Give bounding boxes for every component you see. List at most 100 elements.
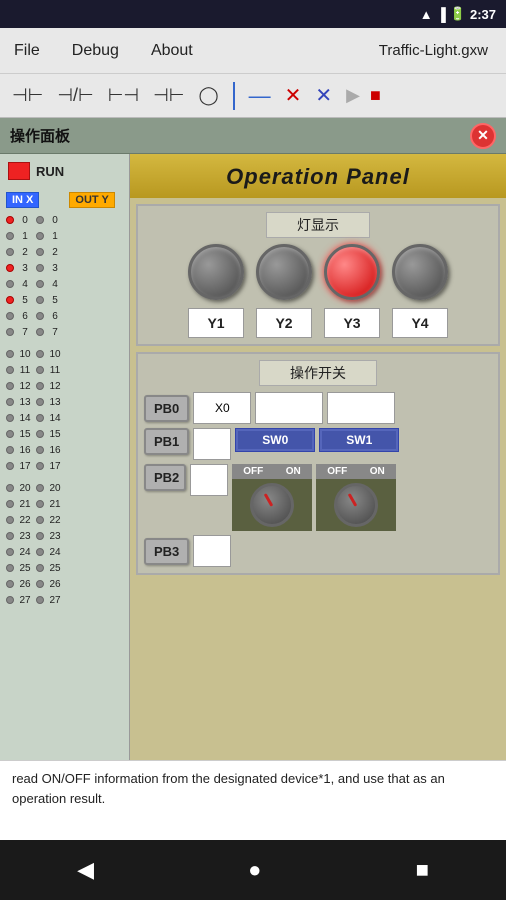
- switch-section-label-container: 操作开关: [144, 360, 492, 386]
- io-row: 22 22: [4, 512, 125, 528]
- run-led: [8, 162, 30, 180]
- io-row: 15 15: [4, 426, 125, 442]
- io-row: 6 6: [4, 308, 125, 324]
- io-row: 27 27: [4, 592, 125, 608]
- light-y2: [256, 244, 312, 300]
- io-row: 26 26: [4, 576, 125, 592]
- pb0-button[interactable]: PB0: [144, 395, 189, 422]
- main-area: 操作面板 ✕ RUN IN X OUT Y 0 0: [0, 118, 506, 840]
- toolbar-line-icon[interactable]: ―: [245, 81, 275, 111]
- menu-debug[interactable]: Debug: [66, 38, 125, 64]
- light-display-section: 灯显示 Y1 Y2 Y3 Y4: [136, 204, 500, 346]
- status-bar: ▲ ▐ 🔋 2:37: [0, 0, 506, 28]
- out-dot-3: [36, 264, 44, 272]
- switch-row-1: PB1 SW0 SW1: [144, 428, 492, 460]
- nav-home-button[interactable]: ●: [228, 849, 281, 891]
- battery-icon: 🔋: [450, 6, 466, 22]
- menu-bar: File Debug About Traffic-Light.gxw: [0, 28, 506, 74]
- pb1-button[interactable]: PB1: [144, 428, 189, 455]
- file-title: Traffic-Light.gxw: [379, 42, 488, 59]
- sw1-off-on: OFF ON: [316, 464, 396, 479]
- bottom-text-content: read ON/OFF information from the designa…: [12, 771, 445, 806]
- pb2-button[interactable]: PB2: [144, 464, 186, 491]
- out-badge: OUT Y: [69, 192, 114, 208]
- in-dot-2: [6, 248, 14, 256]
- sw1-knob-area[interactable]: [316, 479, 396, 531]
- in-dot-3: [6, 264, 14, 272]
- io-header: IN X OUT Y: [2, 190, 127, 210]
- operation-panel-window: 操作面板 ✕ RUN IN X OUT Y 0 0: [0, 118, 506, 840]
- sw0-on-label[interactable]: ON: [286, 466, 301, 477]
- in-dot-7: [6, 328, 14, 336]
- in-dot-4: [6, 280, 14, 288]
- toolbar-xmark2-icon[interactable]: ✕: [311, 81, 336, 110]
- io-row: 20 20: [4, 480, 125, 496]
- sw0-off-label[interactable]: OFF: [243, 466, 263, 477]
- status-icons: ▲ ▐ 🔋 2:37: [420, 6, 496, 22]
- io-rows-group1: 0 0 1 1 2 2 3: [2, 212, 127, 340]
- sw1-knob[interactable]: [334, 483, 378, 527]
- out-dot-2: [36, 248, 44, 256]
- io-rows-group3: 20 20 21 21 22 22 23 23 24 24: [2, 480, 127, 608]
- light-y4: [392, 244, 448, 300]
- blank-pb1: [193, 428, 231, 460]
- sw0-knob[interactable]: [250, 483, 294, 527]
- light-label-y1: Y1: [188, 308, 244, 338]
- nav-back-button[interactable]: ◀: [57, 849, 114, 891]
- switch-section-label: 操作开关: [259, 360, 377, 386]
- out-dot-1: [36, 232, 44, 240]
- left-sidebar: RUN IN X OUT Y 0 0 1 1: [0, 154, 130, 840]
- io-row: 1 1: [4, 228, 125, 244]
- time-display: 2:37: [470, 7, 496, 22]
- switch-row-3: PB3: [144, 535, 492, 567]
- io-row: 3 3: [4, 260, 125, 276]
- sw1-on-label[interactable]: ON: [370, 466, 385, 477]
- light-y1: [188, 244, 244, 300]
- blank-pb2: [190, 464, 228, 496]
- window-titlebar: 操作面板 ✕: [0, 118, 506, 154]
- toolbar-separator: [233, 82, 235, 110]
- toolbar-contact-neg-icon[interactable]: ⊣⊢: [149, 83, 188, 108]
- io-row: 14 14: [4, 410, 125, 426]
- light-label-y4: Y4: [392, 308, 448, 338]
- sw1-off-label[interactable]: OFF: [327, 466, 347, 477]
- menu-about[interactable]: About: [145, 38, 199, 64]
- toolbar-coil-icon[interactable]: ◯: [194, 83, 222, 108]
- io-row: 4 4: [4, 276, 125, 292]
- toolbar-contact-no-icon[interactable]: ⊣⊢: [8, 83, 47, 108]
- out-dot-7: [36, 328, 44, 336]
- pb3-button[interactable]: PB3: [144, 538, 189, 565]
- lights-row: [144, 244, 492, 300]
- blank-input-0a: [255, 392, 323, 424]
- io-row: 21 21: [4, 496, 125, 512]
- menu-file[interactable]: File: [8, 38, 46, 64]
- light-label-row: Y1 Y2 Y3 Y4: [144, 308, 492, 338]
- toolbar-play-icon[interactable]: ▶: [342, 83, 364, 108]
- sw0-label: SW0: [238, 431, 312, 449]
- bottom-nav: ◀ ● ■: [0, 840, 506, 900]
- run-label: RUN: [36, 164, 64, 179]
- window-title: 操作面板: [10, 125, 70, 146]
- sw0-knob-area[interactable]: [232, 479, 312, 531]
- blank-pb3: [193, 535, 231, 567]
- window-close-button[interactable]: ✕: [470, 123, 496, 149]
- nav-recents-button[interactable]: ■: [396, 849, 449, 891]
- toolbar-xmark-icon[interactable]: ✕: [281, 81, 306, 110]
- signal-icon: ▐: [437, 7, 446, 22]
- toolbar-contact-pos-icon[interactable]: ⊢⊣: [104, 83, 143, 108]
- x0-input[interactable]: X0: [193, 392, 251, 424]
- light-section-label-container: 灯显示: [144, 212, 492, 238]
- io-row: 10 10: [4, 346, 125, 362]
- io-row: 2 2: [4, 244, 125, 260]
- wifi-icon: ▲: [420, 7, 433, 22]
- out-dot-0: [36, 216, 44, 224]
- io-row: 16 16: [4, 442, 125, 458]
- io-row: 13 13: [4, 394, 125, 410]
- io-row: 0 0: [4, 212, 125, 228]
- sw0-control: SW0: [235, 428, 315, 452]
- toolbar-stop-icon[interactable]: ■: [370, 85, 381, 106]
- toolbar-contact-nc-icon[interactable]: ⊣/⊢: [53, 83, 97, 108]
- sw1-control: SW1: [319, 428, 399, 452]
- switch-section: 操作开关 PB0 X0 PB1 SW0: [136, 352, 500, 575]
- sw1-body: OFF ON: [316, 464, 396, 531]
